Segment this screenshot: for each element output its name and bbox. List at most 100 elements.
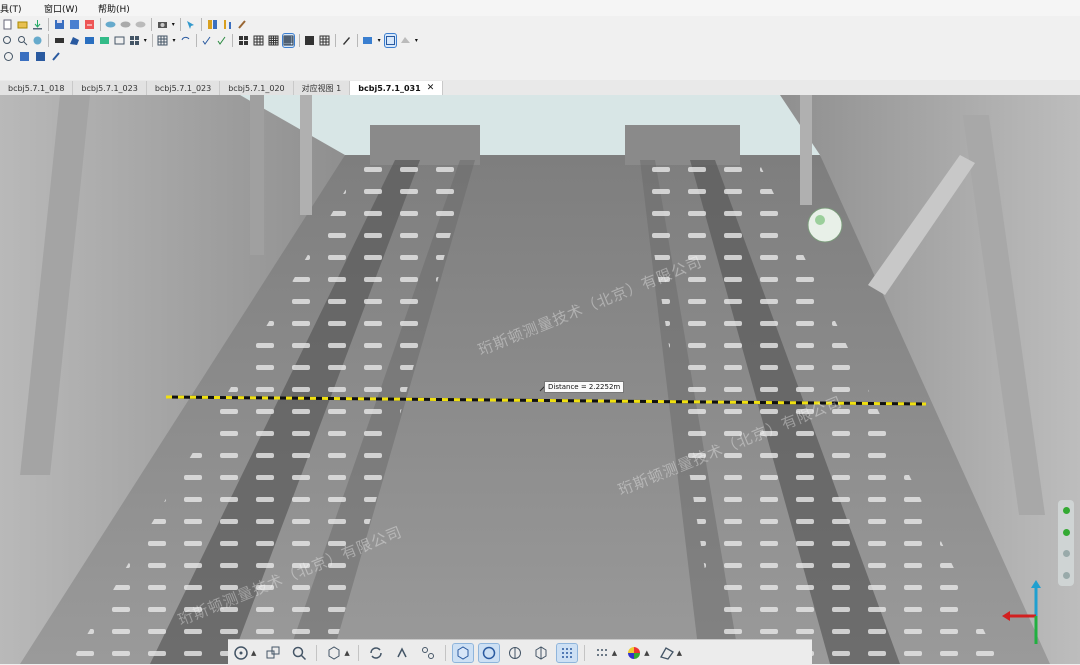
menu-window[interactable]: 窗口(W) — [44, 2, 98, 15]
bounding-box-icon[interactable] — [531, 644, 551, 662]
toolbar-view: ▾ ▾ ▾ ▾ — [0, 32, 420, 49]
fly-icon[interactable] — [418, 644, 438, 662]
shape-icon[interactable] — [400, 34, 411, 47]
dropdown-caret-icon[interactable]: ▾ — [172, 34, 176, 47]
save-icon[interactable] — [54, 18, 65, 31]
nav-dot-icon[interactable] — [1062, 571, 1070, 579]
tab-scan-031[interactable]: bcbj5.7.1_031 ✕ — [350, 81, 444, 95]
menu-help[interactable]: 帮助(H) — [98, 2, 140, 15]
grid-small-icon[interactable] — [157, 34, 168, 47]
checklist-icon[interactable] — [201, 34, 212, 47]
orbit-icon[interactable] — [231, 644, 251, 662]
grid-view-icon[interactable] — [129, 34, 140, 47]
walk-icon[interactable] — [392, 644, 412, 662]
caret-up-icon[interactable]: ▲ — [677, 649, 682, 657]
document-tab-bar: bcbj5.7.1_018 bcbj5.7.1_023 bcbj5.7.1_02… — [0, 80, 1080, 96]
zoom-icon[interactable] — [289, 644, 309, 662]
select-rect-icon[interactable] — [54, 34, 65, 47]
import-icon[interactable] — [32, 18, 43, 31]
cube-view-icon[interactable] — [324, 644, 344, 662]
delete-points-icon[interactable] — [18, 50, 30, 63]
toolbar-standard: ▾ — [0, 16, 250, 33]
camera-icon[interactable] — [157, 18, 168, 31]
toolbar-divider — [195, 34, 197, 47]
sphere-clip-icon[interactable] — [477, 642, 500, 663]
toolbar-divider — [298, 34, 300, 47]
point-cloud-viewport[interactable]: Distance = 2.2252m 珩斯顿测量技术（北京）有限公司 珩斯顿测量… — [0, 95, 1080, 664]
tab-label: bcbj5.7.1_020 — [228, 83, 285, 93]
view-left-icon[interactable] — [120, 18, 131, 31]
point-size-icon[interactable] — [592, 644, 612, 662]
new-file-icon[interactable] — [2, 18, 13, 31]
slice-icon[interactable] — [505, 644, 525, 662]
caret-up-icon[interactable]: ▲ — [344, 649, 349, 657]
measure-icon[interactable] — [207, 18, 218, 31]
close-icon[interactable]: ✕ — [427, 83, 435, 93]
crop-icon[interactable] — [99, 34, 110, 47]
edit-points-icon[interactable] — [2, 50, 14, 63]
caret-up-icon[interactable]: ▲ — [251, 649, 256, 657]
tab-label: bcbj5.7.1_018 — [8, 83, 65, 93]
select-poly-icon[interactable] — [69, 34, 80, 47]
tab-corresponding-view[interactable]: 对应视图 1 — [293, 81, 351, 95]
axis-triad-icon — [1002, 580, 1041, 644]
caret-up-icon[interactable]: ▲ — [612, 649, 617, 657]
view-eye-icon[interactable] — [105, 18, 116, 31]
rotate-view-icon[interactable] — [32, 34, 43, 47]
pick-icon[interactable] — [185, 18, 196, 31]
tab-scan-023[interactable]: bcbj5.7.1_023 — [73, 81, 147, 95]
image-icon[interactable] — [114, 34, 125, 47]
filter-icon[interactable] — [34, 50, 46, 63]
box-view-icon[interactable] — [383, 33, 397, 48]
toolbar-divider — [335, 34, 336, 47]
tab-scan-023-b[interactable]: bcbj5.7.1_023 — [146, 81, 221, 95]
box-clip-icon[interactable] — [451, 642, 474, 663]
toolbar-divider — [201, 18, 202, 31]
pen-icon[interactable] — [341, 34, 352, 47]
point-cloud-scene — [0, 95, 1080, 664]
pan-icon[interactable] — [263, 644, 283, 662]
dot-grid-icon[interactable] — [555, 642, 578, 663]
grid-dense-icon[interactable] — [281, 33, 295, 48]
toolbar-divider — [444, 644, 446, 661]
save-all-icon[interactable] — [69, 18, 80, 31]
grid-4x4-icon[interactable] — [268, 34, 279, 47]
nav-dot-icon[interactable] — [1062, 550, 1070, 558]
view-right-icon[interactable] — [135, 18, 146, 31]
toolbar-divider — [48, 18, 49, 31]
tab-scan-020[interactable]: bcbj5.7.1_020 — [220, 81, 294, 95]
nav-dot-icon[interactable] — [1062, 507, 1070, 515]
render-mode-icon[interactable] — [657, 644, 677, 662]
tab-label: bcbj5.7.1_031 — [358, 83, 421, 93]
table-grid-icon[interactable] — [319, 34, 330, 47]
check-edit-icon[interactable] — [216, 34, 227, 47]
color-wheel-icon[interactable] — [624, 644, 644, 662]
dropdown-caret-icon[interactable]: ▾ — [172, 18, 175, 31]
view-nav-strip[interactable] — [1058, 500, 1074, 586]
align-icon[interactable] — [222, 18, 233, 31]
toolbar-divider — [99, 18, 101, 31]
table-icon[interactable] — [304, 34, 315, 47]
tab-scan-018[interactable]: bcbj5.7.1_018 — [0, 81, 74, 95]
refresh-icon[interactable] — [366, 644, 386, 662]
menu-tools[interactable]: 具(T) — [0, 2, 44, 15]
zoom-extent-icon[interactable] — [2, 34, 13, 47]
edit-pen-icon[interactable] — [50, 50, 62, 63]
grid-2x2-icon[interactable] — [238, 34, 249, 47]
grid-3x3-icon[interactable] — [253, 34, 264, 47]
dropdown-caret-icon[interactable]: ▾ — [377, 34, 381, 47]
zoom-icon[interactable] — [17, 34, 28, 47]
dropdown-caret-icon[interactable]: ▾ — [144, 34, 147, 47]
export-icon[interactable] — [84, 18, 95, 31]
dropdown-caret-icon[interactable]: ▾ — [415, 34, 418, 47]
caret-up-icon[interactable]: ▲ — [644, 649, 649, 657]
menu-bar: 具(T) 窗口(W) 帮助(H) — [0, 0, 1080, 16]
brush-icon[interactable] — [237, 18, 248, 31]
color-map-icon[interactable] — [362, 34, 373, 47]
toolbar-divider — [151, 34, 153, 47]
segment-icon[interactable] — [84, 34, 95, 47]
nav-dot-icon[interactable] — [1062, 528, 1070, 536]
tab-label: 对应视图 1 — [301, 83, 342, 93]
open-file-icon[interactable] — [17, 18, 28, 31]
sync-view-icon[interactable] — [180, 34, 191, 47]
